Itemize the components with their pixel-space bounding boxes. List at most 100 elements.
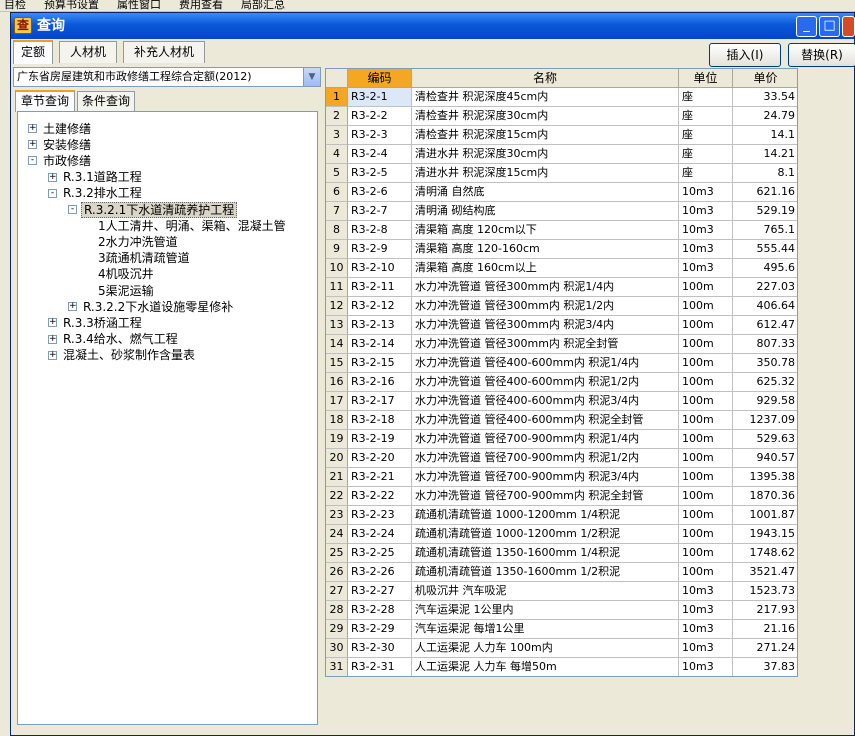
table-row[interactable]: 13 R3-2-13 水力冲洗管道 管径300mm内 积泥3/4内 100m 612.4… [326,316,797,335]
cell-price[interactable]: 8.1 [733,164,797,183]
insert-button[interactable]: 插入(I) [709,43,781,67]
collapse-icon[interactable]: - [68,205,77,214]
cell-name[interactable]: 清明涌 自然底 [412,183,679,202]
cell-name[interactable]: 水力冲洗管道 管径700-900mm内 积泥3/4内 [412,468,679,487]
cell-name[interactable]: 机吸沉井 汽车吸泥 [412,582,679,601]
table-row[interactable]: 9 R3-2-9 清渠箱 高度 120-160cm 10m3 555.44 [326,240,797,259]
cell-unit[interactable]: 100m [679,392,733,411]
cell-name[interactable]: 水力冲洗管道 管径400-600mm内 积泥1/4内 [412,354,679,373]
expand-icon[interactable]: + [48,350,57,360]
cell-unit[interactable]: 100m [679,430,733,449]
cell-code[interactable]: R3-2-26 [348,563,412,582]
cell-name[interactable]: 汽车运渠泥 每增1公里 [412,620,679,639]
cell-price[interactable]: 940.57 [733,449,797,468]
cell-price[interactable]: 271.24 [733,639,797,658]
cell-unit[interactable]: 10m3 [679,658,733,676]
table-row[interactable]: 5 R3-2-5 清进水井 积泥深度15cm内座 8.1 [326,164,797,183]
row-number[interactable]: 10 [326,259,348,278]
cell-name[interactable]: 清渠箱 高度 120cm以下 [412,221,679,240]
table-row[interactable]: 26 R3-2-26 疏通机清疏管道 1350-1600mm 1/2积泥 100m 35… [326,563,797,582]
cell-price[interactable]: 37.83 [733,658,797,676]
cell-unit[interactable]: 100m [679,468,733,487]
cell-name[interactable]: 清检查井 积泥深度45cm内 [412,88,679,107]
cell-code[interactable]: R3-2-25 [348,544,412,563]
replace-button[interactable]: 替换(R) [788,43,855,67]
tree-node[interactable]: + R.3.1道路工程 [48,169,144,185]
expand-icon[interactable]: + [68,302,77,312]
cell-price[interactable]: 555.44 [733,240,797,259]
table-row[interactable]: 17 R3-2-17 水力冲洗管道 管径400-600mm内 积泥3/4内 100m 9… [326,392,797,411]
toolbar-item[interactable]: 属性窗口 [117,0,161,10]
cell-price[interactable]: 495.6 [733,259,797,278]
table-row[interactable]: 7 R3-2-7 清明涌 砌结构底 10m3 529.19 [326,202,797,221]
row-number[interactable]: 16 [326,373,348,392]
tab-labor-material-machine[interactable]: 人材机 [59,41,117,63]
cell-price[interactable]: 1870.36 [733,487,797,506]
row-number[interactable]: 20 [326,449,348,468]
cell-name[interactable]: 清进水井 积泥深度15cm内 [412,164,679,183]
row-number[interactable]: 18 [326,411,348,430]
maximize-icon[interactable]: □ [819,16,840,37]
cell-name[interactable]: 水力冲洗管道 管径400-600mm内 积泥1/2内 [412,373,679,392]
row-number[interactable]: 26 [326,563,348,582]
tree-node[interactable]: + 混凝土、砂浆制作含量表 [48,347,197,363]
toolbar-item[interactable]: 局部汇总 [241,0,285,10]
cell-price[interactable]: 14.1 [733,126,797,145]
cell-code[interactable]: R3-2-3 [348,126,412,145]
row-number[interactable]: 9 [326,240,348,259]
cell-name[interactable]: 清检查井 积泥深度15cm内 [412,126,679,145]
cell-price[interactable]: 217.93 [733,601,797,620]
cell-price[interactable]: 1943.15 [733,525,797,544]
cell-code[interactable]: R3-2-24 [348,525,412,544]
toolbar-item[interactable]: 目检 [4,0,26,10]
cell-code[interactable]: R3-2-7 [348,202,412,221]
cell-code[interactable]: R3-2-28 [348,601,412,620]
cell-code[interactable]: R3-2-29 [348,620,412,639]
cell-code[interactable]: R3-2-2 [348,107,412,126]
tree-node[interactable]: + R.3.2.2下水道设施零星修补 [68,298,235,314]
table-row[interactable]: 19 R3-2-19 水力冲洗管道 管径700-900mm内 积泥1/4内 100m 5… [326,430,797,449]
table-row[interactable]: 24 R3-2-24 疏通机清疏管道 1000-1200mm 1/2积泥 100m 19… [326,525,797,544]
cell-price[interactable]: 529.63 [733,430,797,449]
row-number[interactable]: 25 [326,544,348,563]
cell-unit[interactable]: 100m [679,354,733,373]
cell-name[interactable]: 清检查井 积泥深度30cm内 [412,107,679,126]
cell-unit[interactable]: 100m [679,278,733,297]
cell-name[interactable]: 水力冲洗管道 管径300mm内 积泥1/2内 [412,297,679,316]
cell-unit[interactable]: 10m3 [679,221,733,240]
cell-unit[interactable]: 10m3 [679,183,733,202]
cell-unit[interactable]: 100m [679,487,733,506]
table-row[interactable]: 12 R3-2-12 水力冲洗管道 管径300mm内 积泥1/2内 100m 406.6… [326,297,797,316]
row-number[interactable]: 28 [326,601,348,620]
cell-name[interactable]: 清进水井 积泥深度30cm内 [412,145,679,164]
column-header-code[interactable]: 编码 [348,69,412,88]
cell-name[interactable]: 疏通机清疏管道 1350-1600mm 1/2积泥 [412,563,679,582]
table-row[interactable]: 1 R3-2-1 清检查井 积泥深度45cm内座 33.54 [326,88,797,107]
expand-icon[interactable]: + [28,140,37,150]
table-row[interactable]: 25 R3-2-25 疏通机清疏管道 1350-1600mm 1/4积泥 100m 17… [326,544,797,563]
row-number[interactable]: 24 [326,525,348,544]
close-icon[interactable] [842,16,855,37]
cell-unit[interactable]: 100m [679,335,733,354]
cell-code[interactable]: R3-2-30 [348,639,412,658]
row-number[interactable]: 7 [326,202,348,221]
cell-code[interactable]: R3-2-12 [348,297,412,316]
cell-price[interactable]: 529.19 [733,202,797,221]
cell-price[interactable]: 765.1 [733,221,797,240]
minimize-icon[interactable]: _ [796,16,817,37]
row-number[interactable]: 15 [326,354,348,373]
cell-price[interactable]: 1395.38 [733,468,797,487]
table-row[interactable]: 16 R3-2-16 水力冲洗管道 管径400-600mm内 积泥1/2内 100m 6… [326,373,797,392]
cell-unit[interactable]: 100m [679,563,733,582]
cell-name[interactable]: 清明涌 砌结构底 [412,202,679,221]
cell-unit[interactable]: 100m [679,373,733,392]
row-number[interactable]: 23 [326,506,348,525]
row-number[interactable]: 8 [326,221,348,240]
cell-price[interactable]: 621.16 [733,183,797,202]
cell-price[interactable]: 1523.73 [733,582,797,601]
row-number[interactable]: 11 [326,278,348,297]
cell-unit[interactable]: 座 [679,126,733,145]
table-row[interactable]: 3 R3-2-3 清检查井 积泥深度15cm内座 14.1 [326,126,797,145]
cell-price[interactable]: 24.79 [733,107,797,126]
cell-code[interactable]: R3-2-13 [348,316,412,335]
